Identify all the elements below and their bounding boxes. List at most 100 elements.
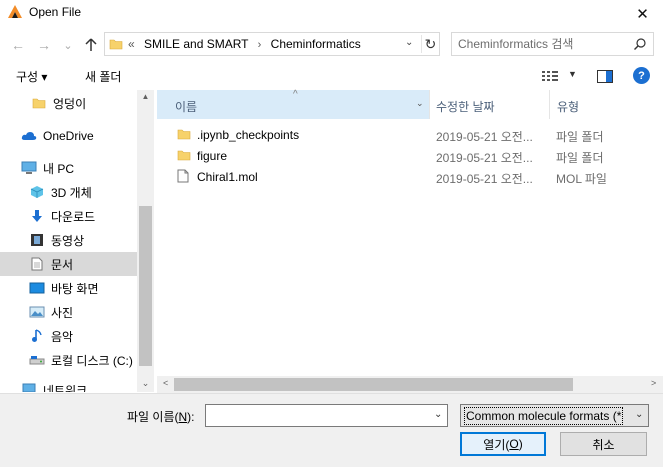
sidebar-item-music[interactable]: 음악 bbox=[0, 324, 137, 348]
dialog-footer: 파일 이름(N): ⌄ Common molecule formats (* ⌄… bbox=[0, 393, 663, 467]
desktop-icon bbox=[29, 280, 45, 296]
column-header-name[interactable]: ^ 이름 ⌄ bbox=[157, 89, 430, 119]
sidebar-item-label: 음악 bbox=[51, 329, 74, 344]
file-row[interactable]: Chiral1.mol 2019-05-21 오전... MOL 파일 bbox=[157, 166, 663, 187]
sidebar-item-this-pc[interactable]: 내 PC bbox=[0, 156, 137, 180]
sidebar-item-label: 네트워크 bbox=[43, 383, 88, 393]
file-list: ^ 이름 ⌄ 수정한 날짜 유형 .ipynb_checkpoints 2019… bbox=[157, 89, 663, 377]
sidebar-item-documents[interactable]: 문서 bbox=[0, 252, 137, 276]
sidebar-item-videos[interactable]: 동영상 bbox=[0, 228, 137, 252]
sidebar-scrollbar[interactable]: ▲ ⌄ bbox=[137, 90, 154, 392]
sidebar-item-label: OneDrive bbox=[43, 129, 94, 143]
label-text: 파일 이름( bbox=[127, 410, 179, 424]
forward-arrow-icon[interactable]: → bbox=[35, 36, 53, 54]
scroll-right-icon[interactable]: > bbox=[651, 378, 656, 388]
close-icon[interactable]: ✕ bbox=[622, 0, 663, 28]
open-button[interactable]: 열기(O) bbox=[460, 432, 546, 456]
sidebar-item-pictures[interactable]: 사진 bbox=[0, 300, 137, 324]
column-header-date[interactable]: 수정한 날짜 bbox=[430, 90, 550, 119]
column-filter-dropdown-icon[interactable]: ⌄ bbox=[416, 98, 424, 109]
scroll-up-icon[interactable]: ▲ bbox=[137, 90, 154, 104]
help-icon[interactable]: ? bbox=[633, 67, 650, 84]
file-type: 파일 폴더 bbox=[556, 151, 604, 165]
file-row[interactable]: .ipynb_checkpoints 2019-05-21 오전... 파일 폴… bbox=[157, 124, 663, 145]
address-dropdown-icon[interactable]: ⌄ bbox=[405, 37, 413, 48]
window-title: Open File bbox=[29, 5, 82, 19]
folder-icon bbox=[177, 127, 191, 144]
breadcrumb-item[interactable]: SMILE and SMART bbox=[144, 37, 248, 51]
search-input[interactable] bbox=[458, 35, 628, 53]
scroll-down-icon[interactable]: ⌄ bbox=[137, 375, 154, 392]
file-type: 파일 폴더 bbox=[556, 130, 604, 144]
cancel-button[interactable]: 취소 bbox=[560, 432, 647, 456]
filter-dropdown-icon[interactable]: ⌄ bbox=[635, 409, 643, 420]
network-icon bbox=[21, 382, 37, 392]
cube-3d-icon bbox=[29, 184, 45, 200]
filename-dropdown-icon[interactable]: ⌄ bbox=[434, 409, 442, 420]
file-row[interactable]: figure 2019-05-21 오전... 파일 폴더 bbox=[157, 145, 663, 166]
filename-label: 파일 이름(N): bbox=[127, 408, 195, 425]
folder-icon bbox=[109, 37, 123, 54]
breadcrumb-separator-icon[interactable]: › bbox=[258, 39, 262, 51]
label-text: ): bbox=[187, 410, 195, 424]
sidebar-item-label: 3D 개체 bbox=[51, 185, 92, 200]
download-arrow-icon bbox=[29, 208, 45, 224]
file-date: 2019-05-21 오전... bbox=[436, 130, 533, 144]
app-logo-icon bbox=[7, 4, 23, 20]
refresh-icon[interactable]: ↻ bbox=[421, 35, 439, 53]
up-arrow-icon[interactable] bbox=[82, 36, 100, 54]
computer-icon bbox=[21, 160, 37, 176]
recent-locations-chevron-icon[interactable]: ⌄ bbox=[59, 36, 77, 54]
access-key: O bbox=[509, 437, 519, 451]
title-bar: Open File ✕ bbox=[0, 0, 663, 28]
picture-icon bbox=[29, 304, 45, 320]
breadcrumb-overflow[interactable]: « bbox=[128, 37, 135, 51]
column-label: 이름 bbox=[175, 100, 198, 114]
search-box[interactable] bbox=[451, 32, 654, 56]
filename-combobox[interactable]: ⌄ bbox=[205, 404, 448, 427]
breadcrumb: « SMILE and SMART › Cheminformatics bbox=[128, 37, 361, 51]
column-header-type[interactable]: 유형 bbox=[550, 90, 663, 119]
filename-field[interactable] bbox=[210, 408, 420, 424]
sidebar-item-onedrive[interactable]: OneDrive bbox=[0, 124, 137, 148]
organize-menu[interactable]: 구성 ▾ bbox=[16, 68, 47, 85]
view-options-icon[interactable] bbox=[542, 70, 560, 85]
navigation-pane: 엉덩이 OneDrive 내 PC 3D 개체 다운로드 동영상 문서 바탕 화… bbox=[0, 90, 155, 392]
music-note-icon bbox=[29, 328, 45, 344]
file-type-filter[interactable]: Common molecule formats (* ⌄ bbox=[460, 404, 649, 427]
address-bar[interactable]: « SMILE and SMART › Cheminformatics ⌄ ↻ bbox=[104, 32, 440, 56]
file-type: MOL 파일 bbox=[556, 172, 607, 186]
sidebar-item-downloads[interactable]: 다운로드 bbox=[0, 204, 137, 228]
back-arrow-icon[interactable]: ← bbox=[9, 36, 27, 54]
horizontal-scrollbar[interactable]: < > bbox=[157, 376, 663, 393]
sidebar-item-label: 문서 bbox=[51, 257, 74, 272]
scrollbar-thumb[interactable] bbox=[174, 378, 573, 391]
search-icon[interactable] bbox=[633, 37, 647, 54]
sidebar-item-label: 로컬 디스크 (C:) bbox=[51, 353, 133, 368]
preview-pane-icon[interactable] bbox=[597, 70, 613, 86]
file-name: figure bbox=[197, 149, 228, 163]
column-label: 유형 bbox=[557, 100, 580, 114]
file-name: .ipynb_checkpoints bbox=[197, 128, 300, 142]
sidebar-item-label: 바탕 화면 bbox=[51, 281, 99, 296]
sidebar-item-network[interactable]: 네트워크 bbox=[0, 378, 137, 392]
document-icon bbox=[29, 256, 45, 272]
drive-icon bbox=[29, 352, 45, 368]
sidebar-item-label: 동영상 bbox=[51, 233, 85, 248]
sidebar-item-local-disk[interactable]: 로컬 디스크 (C:) bbox=[0, 348, 137, 372]
command-bar: 구성 ▾ 새 폴더 ▼ ? bbox=[0, 62, 663, 90]
folder-icon bbox=[31, 95, 47, 111]
sidebar-item-label: 다운로드 bbox=[51, 209, 96, 224]
breadcrumb-item[interactable]: Cheminformatics bbox=[271, 37, 361, 51]
scroll-left-icon[interactable]: < bbox=[163, 378, 168, 388]
sidebar-item-folder[interactable]: 엉덩이 bbox=[0, 91, 137, 115]
view-dropdown-icon[interactable]: ▼ bbox=[568, 69, 577, 79]
button-text: ) bbox=[518, 437, 523, 451]
folder-icon bbox=[177, 148, 191, 165]
new-folder-button[interactable]: 새 폴더 bbox=[85, 68, 121, 85]
file-date: 2019-05-21 오전... bbox=[436, 151, 533, 165]
sidebar-item-desktop[interactable]: 바탕 화면 bbox=[0, 276, 137, 300]
scrollbar-thumb[interactable] bbox=[139, 206, 152, 366]
sidebar-item-3d-objects[interactable]: 3D 개체 bbox=[0, 180, 137, 204]
file-name: Chiral1.mol bbox=[197, 170, 258, 184]
